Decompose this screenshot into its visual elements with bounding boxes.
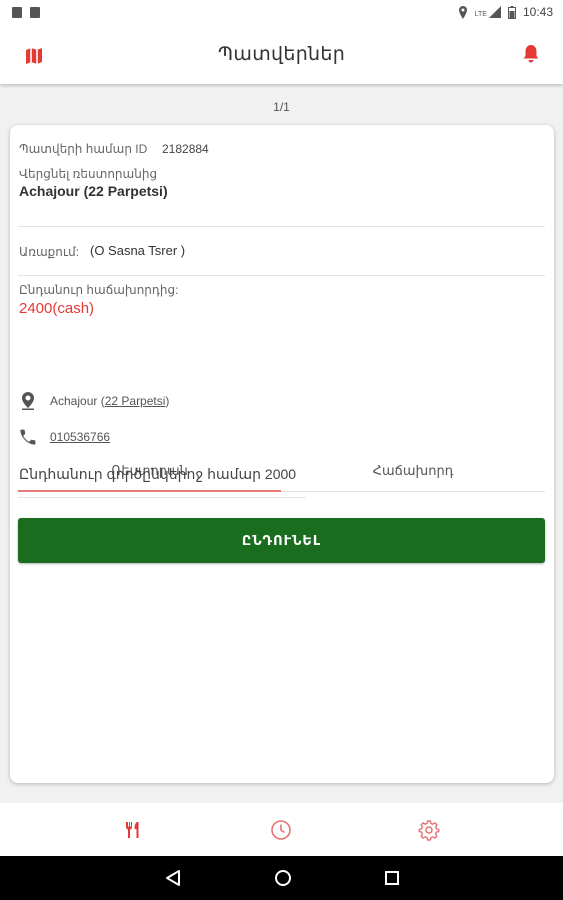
pickup-restaurant: Achajour (22 Parpetsi) [19, 183, 168, 199]
nav-settings[interactable] [409, 810, 449, 850]
system-navigation-bar [0, 856, 563, 900]
nav-history[interactable] [261, 810, 301, 850]
status-bar: LTE 10:43 [0, 0, 563, 24]
order-id-label: Պատվերի համար ID [19, 142, 148, 156]
pickup-label: Վերցնել ռեստորանից [19, 167, 158, 181]
restaurant-address-row: Achajour (22 Parpetsi) [20, 392, 169, 410]
pager-indicator: 1/1 [273, 100, 290, 114]
back-icon[interactable] [164, 869, 182, 887]
nav-orders[interactable] [114, 810, 154, 850]
order-id-value: 2182884 [162, 142, 209, 156]
page-title: Պատվերներ [217, 43, 346, 65]
location-icon [458, 5, 467, 19]
network-type: LTE [474, 11, 487, 18]
signal-icon: LTE [475, 6, 501, 18]
notification-icon [12, 6, 22, 18]
delivery-label: Առաքում: [19, 245, 80, 259]
home-icon[interactable] [274, 869, 292, 887]
restaurant-phone[interactable]: 010536766 [50, 430, 110, 444]
app-bar: Պատվերներ [0, 24, 563, 84]
accept-button-label: ԸՆԴՈՒՆԵԼ [241, 532, 322, 548]
partner-total: Ընդհանուր գործընկերոջ համար 2000 [19, 466, 297, 482]
location-pin-icon [22, 392, 34, 410]
restaurant-address: Achajour (22 Parpetsi) [50, 394, 169, 408]
total-amount: 2400(cash) [19, 300, 95, 317]
tab-customer-label: Հաճախորդ [372, 463, 454, 478]
phone-icon [20, 429, 36, 445]
settings-icon [418, 819, 440, 841]
divider [18, 275, 545, 276]
bottom-navigation [0, 803, 563, 856]
active-tab-indicator [18, 490, 281, 492]
bell-icon [523, 45, 539, 63]
clock-icon [271, 819, 292, 840]
total-label: Ընդանուր հաճախորդից: [19, 283, 179, 297]
notifications-button[interactable] [519, 42, 543, 66]
address-suffix: ) [165, 394, 170, 408]
restaurant-icon [125, 821, 139, 838]
restaurant-phone-row: 010536766 [20, 429, 110, 445]
map-icon [26, 48, 42, 64]
address-link[interactable]: 22 Parpetsi [105, 394, 166, 408]
summary-divider [18, 497, 306, 498]
map-button[interactable] [22, 44, 46, 68]
accept-button[interactable]: ԸՆԴՈՒՆԵԼ [18, 518, 545, 563]
android-icon [30, 6, 40, 18]
battery-icon [507, 5, 516, 19]
delivery-address: (O Sasna Tsrer ) [90, 243, 186, 258]
divider [18, 226, 545, 227]
order-card: Պատվերի համար ID 2182884 Վերցնել ռեստորա… [10, 125, 554, 783]
clock-time: 10:43 [522, 5, 553, 19]
tab-customer[interactable]: Հաճախորդ [281, 451, 545, 491]
address-name: Achajour ( [50, 394, 105, 408]
recents-icon[interactable] [384, 870, 400, 886]
